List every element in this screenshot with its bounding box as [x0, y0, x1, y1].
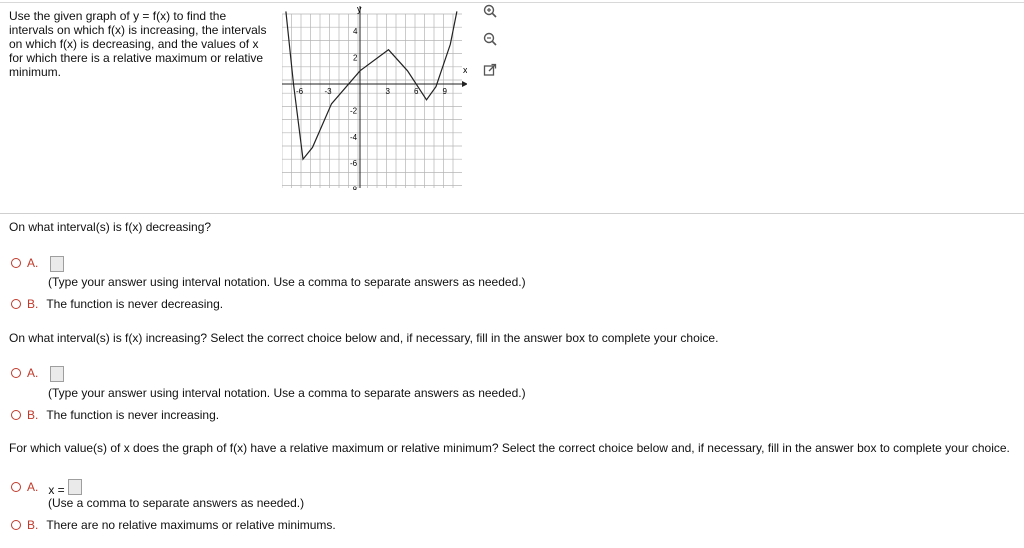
q2-option-b-text: The function is never increasing. [46, 408, 220, 422]
q2-option-b-letter: B. [27, 408, 39, 422]
y-tick-label: -4 [350, 133, 358, 142]
q2-option-a-radio[interactable] [11, 368, 21, 378]
question-2: On what interval(s) is f(x) increasing? … [9, 331, 719, 345]
y-axis-label: y [357, 4, 362, 14]
x-tick-label: -6 [296, 87, 304, 96]
x-tick-label: 3 [386, 87, 391, 96]
q2-answer-box[interactable] [50, 366, 64, 382]
q1-option-a[interactable]: A. [11, 256, 38, 270]
x-axis-arrow [462, 81, 467, 87]
q1-option-b-text: The function is never decreasing. [46, 297, 224, 311]
q3-option-a-radio[interactable] [11, 482, 21, 492]
q2-option-b[interactable]: B. The function is never increasing. [11, 408, 219, 422]
graph-grid [282, 13, 462, 188]
y-tick-label: -8 [350, 186, 358, 190]
function-curve [285, 11, 458, 161]
x-tick-label: 9 [443, 87, 448, 96]
q3-option-a-letter: A. [27, 480, 39, 494]
function-graph: -9-6-33691242-2-4-6-8 x y [282, 4, 467, 190]
q3-answer-box[interactable] [68, 479, 82, 495]
q1-answer-box[interactable] [50, 256, 64, 272]
q2-option-a-note: (Type your answer using interval notatio… [48, 386, 526, 400]
x-axis-label: x [463, 65, 467, 75]
q1-option-a-note: (Type your answer using interval notatio… [48, 275, 526, 289]
problem-statement: Use the given graph of y = f(x) to find … [9, 9, 267, 79]
question-1: On what interval(s) is f(x) decreasing? [9, 220, 212, 234]
zoom-in-icon[interactable] [481, 2, 499, 20]
q1-option-b-letter: B. [27, 297, 39, 311]
zoom-out-icon[interactable] [481, 30, 499, 48]
q1-option-b[interactable]: B. The function is never decreasing. [11, 297, 223, 311]
section-divider [0, 213, 1024, 214]
external-link-icon[interactable] [481, 61, 499, 79]
q2-option-a[interactable]: A. [11, 366, 38, 380]
x-tick-label: -3 [325, 87, 333, 96]
q3-option-b-radio[interactable] [11, 520, 21, 530]
q3-option-a-note: (Use a comma to separate answers as need… [48, 496, 305, 510]
q3-option-a-prefix: x = [48, 483, 65, 497]
graph-ticks: -9-6-33691242-2-4-6-8 [296, 27, 448, 190]
q3-option-a[interactable]: A. x = [11, 477, 65, 497]
y-tick-label: -6 [350, 159, 358, 168]
q3-option-b-text: There are no relative maximums or relati… [46, 518, 336, 532]
x-tick-label: 6 [414, 87, 419, 96]
y-tick-label: 4 [353, 27, 358, 36]
q2-option-b-radio[interactable] [11, 410, 21, 420]
q1-option-b-radio[interactable] [11, 299, 21, 309]
top-divider [0, 2, 1024, 3]
y-tick-label: -2 [350, 106, 358, 115]
y-tick-label: 2 [353, 54, 358, 63]
q3-option-b[interactable]: B. There are no relative maximums or rel… [11, 518, 336, 532]
q1-option-a-radio[interactable] [11, 258, 21, 268]
question-3: For which value(s) of x does the graph o… [9, 441, 1010, 455]
q1-option-a-letter: A. [27, 256, 39, 270]
q3-option-b-letter: B. [27, 518, 39, 532]
graph-axes [282, 6, 467, 188]
q2-option-a-letter: A. [27, 366, 39, 380]
